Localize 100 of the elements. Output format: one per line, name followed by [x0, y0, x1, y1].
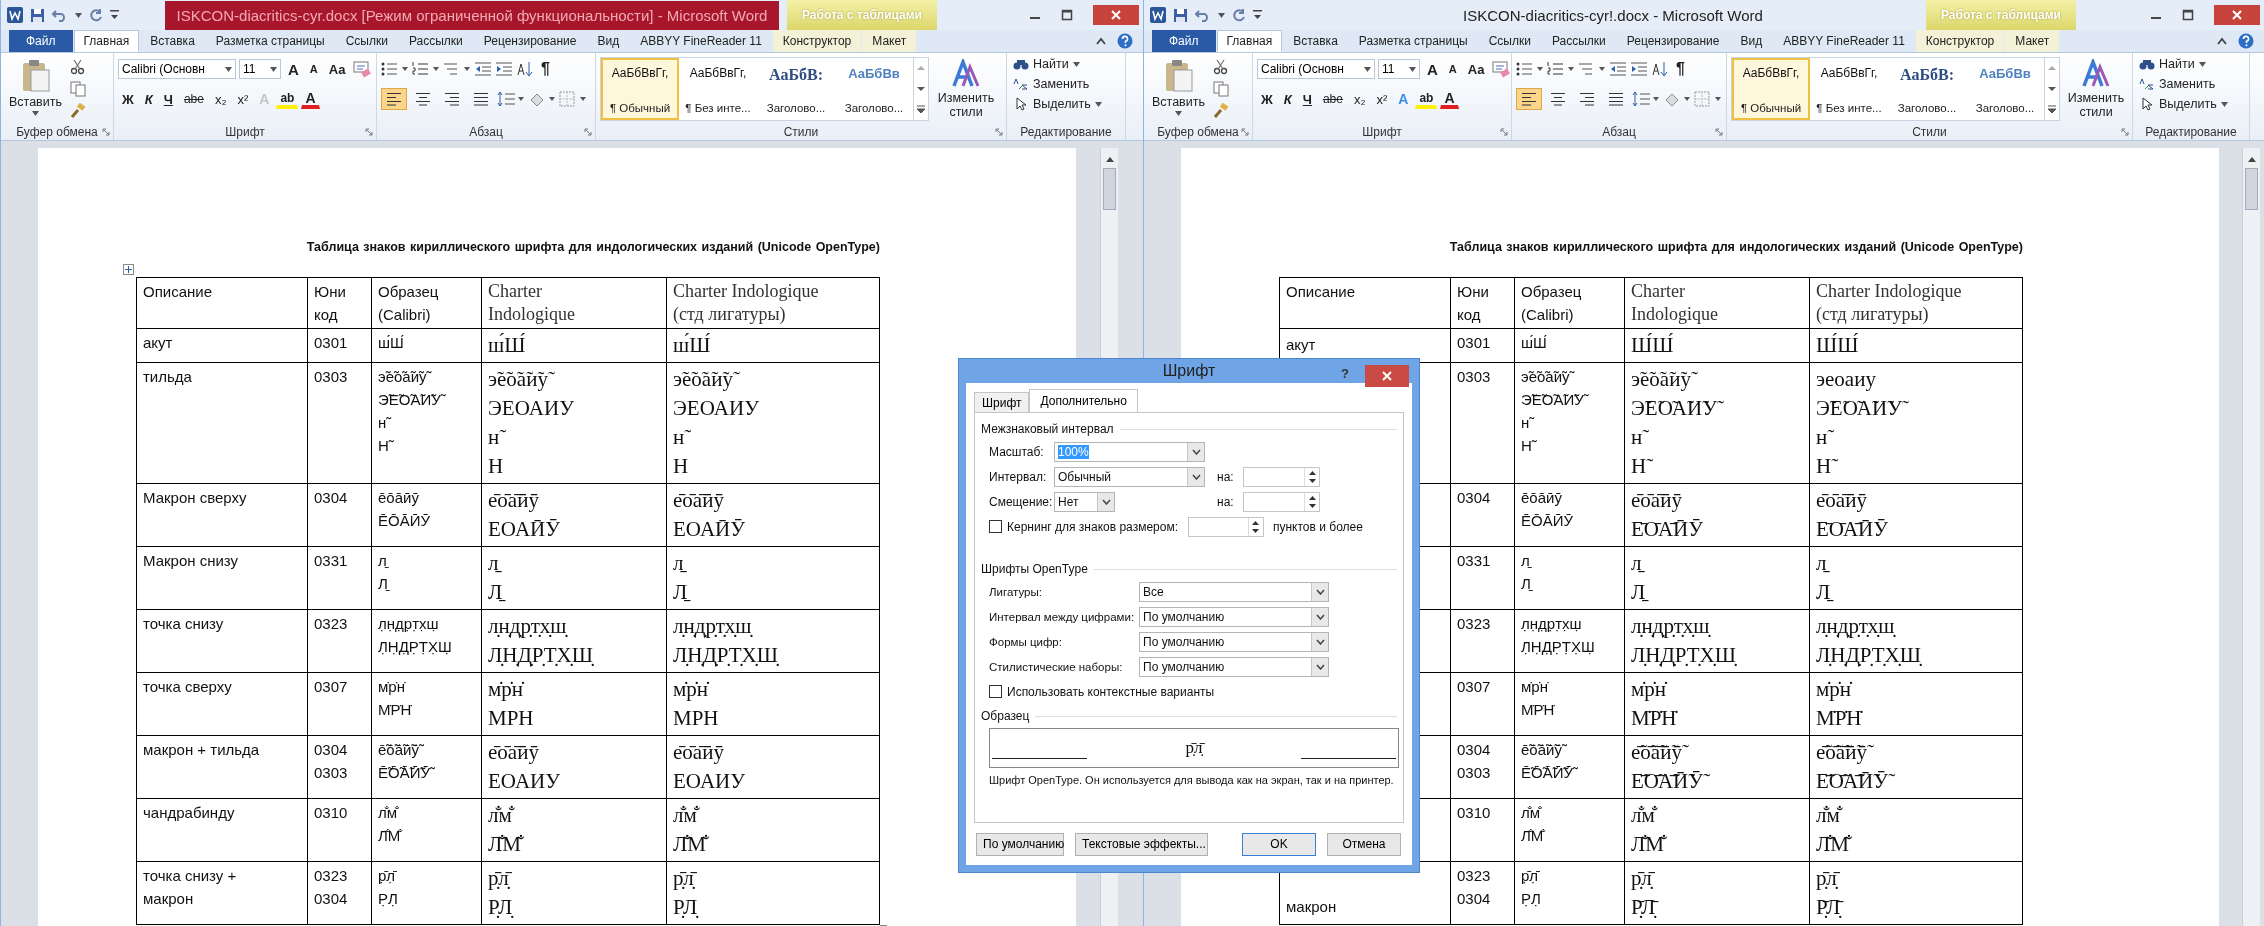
- scrollbar[interactable]: [2242, 148, 2260, 926]
- save-icon[interactable]: [30, 7, 45, 23]
- ribbon-tab[interactable]: Рецензирование: [473, 30, 587, 52]
- dialog-launcher-icon[interactable]: [1715, 128, 1723, 136]
- font-tool-button[interactable]: A: [305, 58, 322, 80]
- opentype-combo[interactable]: По умолчанию: [1139, 631, 1329, 652]
- decrease-indent-icon[interactable]: [474, 61, 492, 77]
- show-marks-button[interactable]: ¶: [537, 58, 554, 80]
- font-tool-button[interactable]: Aa: [324, 58, 350, 80]
- undo-icon[interactable]: [1195, 8, 1211, 22]
- dialog-button[interactable]: OK: [1242, 832, 1316, 856]
- help-button[interactable]: ?: [1335, 365, 1355, 382]
- save-icon[interactable]: [1173, 7, 1188, 23]
- spinner-field[interactable]: [1243, 491, 1320, 512]
- font-style-button[interactable]: x²: [233, 88, 253, 110]
- paste-button[interactable]: Вставить: [5, 57, 66, 118]
- dialog-button[interactable]: Отмена: [1327, 832, 1401, 856]
- close-button[interactable]: [2214, 5, 2260, 25]
- editing-button[interactable]: Выделить: [1011, 97, 1104, 111]
- ribbon-tab[interactable]: Ссылки: [335, 30, 398, 52]
- sort-icon[interactable]: [1651, 61, 1669, 77]
- dialog-launcher-icon[interactable]: [995, 128, 1003, 136]
- ribbon-tab[interactable]: Главная: [73, 30, 140, 52]
- borders-icon[interactable]: [1694, 91, 1722, 107]
- dialog-launcher-icon[interactable]: [2121, 128, 2129, 136]
- caret-icon[interactable]: [1218, 12, 1225, 18]
- scroll-thumb[interactable]: [2245, 168, 2258, 210]
- dialog-button[interactable]: По умолчанию: [976, 832, 1064, 856]
- dialog-tab[interactable]: Шрифт: [974, 392, 1030, 412]
- multilevel-list-icon[interactable]: [443, 61, 471, 77]
- font-style-button[interactable]: x²: [1372, 88, 1392, 110]
- dialog-button[interactable]: Текстовые эффекты...: [1075, 832, 1208, 856]
- collapse-ribbon-icon[interactable]: [2216, 36, 2228, 46]
- font-style-button[interactable]: Ж: [118, 88, 138, 110]
- font-style-button[interactable]: Ж: [1257, 88, 1277, 110]
- font-tool-button[interactable]: A: [1423, 58, 1442, 80]
- shading-icon[interactable]: [1663, 91, 1691, 107]
- opentype-combo[interactable]: По умолчанию: [1139, 656, 1329, 677]
- redo-icon[interactable]: [89, 8, 103, 22]
- increase-indent-icon[interactable]: [495, 61, 513, 77]
- collapse-ribbon-icon[interactable]: [1095, 36, 1107, 46]
- align-button[interactable]: [1516, 88, 1542, 110]
- dialog-launcher-icon[interactable]: [102, 128, 110, 136]
- checkbox[interactable]: [989, 520, 1002, 533]
- color-tool-button[interactable]: ab: [276, 89, 299, 109]
- editing-button[interactable]: Найти: [1011, 57, 1082, 71]
- ribbon-tab[interactable]: Файл: [9, 30, 73, 52]
- style-tile[interactable]: АаБбВвГг, ¶ Обычный: [1732, 58, 1810, 120]
- ribbon-tab[interactable]: Макет: [862, 30, 917, 52]
- font-style-button[interactable]: x₂: [1349, 88, 1370, 110]
- shading-icon[interactable]: [528, 91, 556, 107]
- ribbon-tab[interactable]: Конструктор: [772, 30, 862, 52]
- align-button[interactable]: [381, 88, 407, 110]
- dialog-launcher-icon[interactable]: [584, 128, 592, 136]
- help-icon[interactable]: [2238, 33, 2254, 49]
- font-size-field[interactable]: 11: [1378, 59, 1420, 79]
- change-styles-button[interactable]: Изменить стили: [2064, 57, 2128, 121]
- show-marks-button[interactable]: ¶: [1672, 58, 1689, 80]
- line-spacing-icon[interactable]: [1632, 91, 1660, 107]
- dialog-launcher-icon[interactable]: [1500, 128, 1508, 136]
- interval-combo[interactable]: Обычный: [1054, 466, 1205, 487]
- scroll-thumb[interactable]: [1103, 168, 1116, 210]
- maximize-icon[interactable]: [1061, 9, 1073, 21]
- spinner-field[interactable]: [1188, 516, 1264, 537]
- ribbon-tab[interactable]: Рассылки: [398, 30, 473, 52]
- ribbon-tab[interactable]: Вставка: [1283, 30, 1348, 52]
- font-style-button[interactable]: К: [140, 88, 157, 110]
- ribbon-tab[interactable]: ABBYY FineReader 11: [1773, 30, 1915, 52]
- scissors-icon[interactable]: [70, 59, 86, 75]
- dialog-tab[interactable]: Дополнительно: [1029, 389, 1138, 412]
- ribbon-tab[interactable]: Конструктор: [1915, 30, 2005, 52]
- font-style-button[interactable]: abe: [1318, 88, 1347, 110]
- bullets-icon[interactable]: [1516, 61, 1544, 77]
- font-tool-button[interactable]: Aa: [1463, 58, 1489, 80]
- font-style-button[interactable]: К: [1279, 88, 1296, 110]
- table-move-handle[interactable]: [123, 264, 134, 275]
- font-tool-button[interactable]: A: [1444, 58, 1461, 80]
- color-tool-button[interactable]: A: [301, 89, 320, 109]
- font-name-field[interactable]: Calibri (Основн: [1257, 59, 1375, 79]
- spinner-field[interactable]: [1243, 466, 1320, 487]
- copy-icon[interactable]: [1213, 81, 1229, 97]
- caret-icon[interactable]: [75, 12, 82, 18]
- brush-icon[interactable]: [1213, 103, 1229, 119]
- increase-indent-icon[interactable]: [1630, 61, 1648, 77]
- ribbon-tab[interactable]: Разметка страницы: [1348, 30, 1478, 52]
- redo-icon[interactable]: [1232, 8, 1246, 22]
- ribbon-tab[interactable]: Разметка страницы: [205, 30, 335, 52]
- font-style-button[interactable]: Ч: [159, 88, 177, 110]
- offset-combo[interactable]: Нет: [1054, 491, 1115, 512]
- color-tool-button[interactable]: ab: [1415, 89, 1438, 109]
- editing-button[interactable]: Найти: [2137, 57, 2208, 71]
- editing-button[interactable]: Заменить: [2137, 77, 2218, 91]
- opentype-combo[interactable]: По умолчанию: [1139, 606, 1329, 627]
- change-styles-button[interactable]: Изменить стили: [933, 57, 999, 121]
- brush-icon[interactable]: [70, 103, 86, 119]
- numbering-icon[interactable]: [1547, 61, 1575, 77]
- font-style-button[interactable]: Ч: [1298, 88, 1316, 110]
- decrease-indent-icon[interactable]: [1609, 61, 1627, 77]
- dialog-launcher-icon[interactable]: [1241, 128, 1249, 136]
- customize-icon[interactable]: [110, 9, 119, 21]
